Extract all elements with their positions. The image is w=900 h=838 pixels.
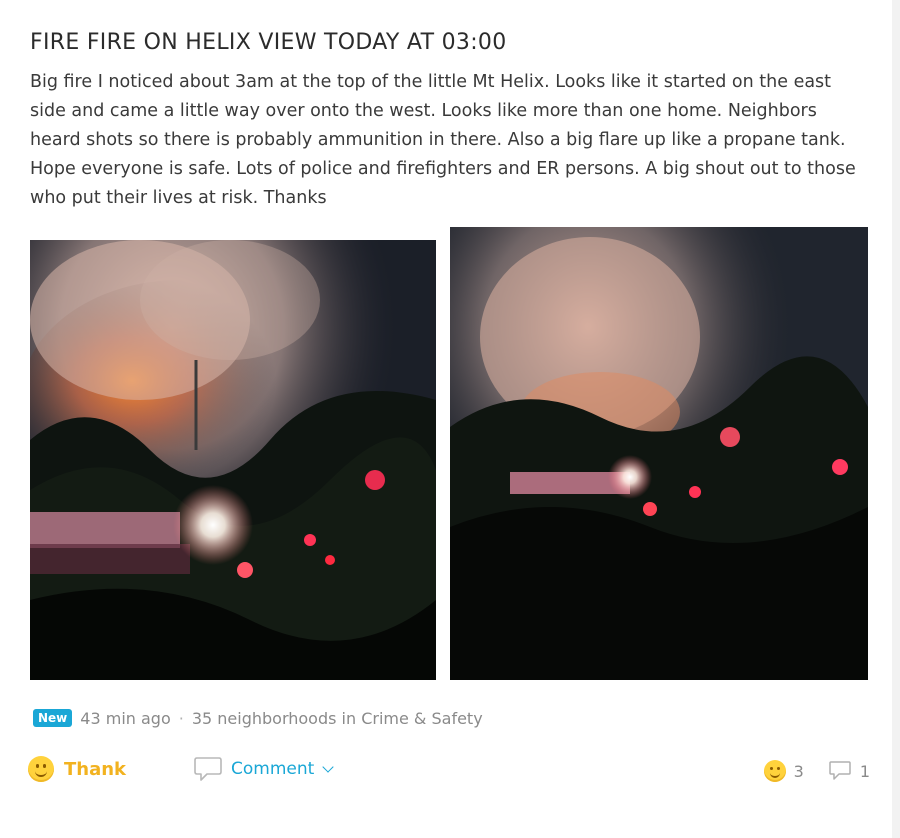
post-card: FIRE FIRE ON HELIX VIEW TODAY AT 03:00 B… xyxy=(0,0,900,838)
thank-label: Thank xyxy=(64,758,127,780)
thank-button[interactable]: Thank xyxy=(28,756,126,782)
smiley-face-icon xyxy=(28,756,54,782)
post-audience[interactable]: 35 neighborhoods in Crime & Safety xyxy=(192,709,483,728)
fire-photo-image xyxy=(450,227,868,680)
post-photo-1[interactable] xyxy=(30,240,436,680)
comment-count[interactable]: 1 xyxy=(828,760,870,782)
post-title[interactable]: FIRE FIRE ON HELIX VIEW TODAY AT 03:00 xyxy=(30,30,507,55)
thank-count[interactable]: 3 xyxy=(763,760,804,782)
speech-bubble-icon xyxy=(829,761,851,780)
smiley-face-icon xyxy=(763,760,786,782)
post-body: Big fire I noticed about 3am at the top … xyxy=(30,72,856,208)
scroll-edge xyxy=(892,0,900,838)
post-time[interactable]: 43 min ago xyxy=(80,709,170,728)
post-actions: Thank Comment 3 1 xyxy=(28,752,870,792)
new-badge: New xyxy=(33,709,73,727)
chevron-down-icon xyxy=(322,761,334,773)
comment-label: Comment xyxy=(231,759,315,779)
thank-count-value: 3 xyxy=(793,761,804,781)
speech-bubble-icon xyxy=(194,757,222,781)
meta-separator: · xyxy=(178,708,184,728)
post-stats: 3 1 xyxy=(763,760,870,782)
fire-photo-image xyxy=(30,240,436,680)
comment-count-value: 1 xyxy=(859,761,870,781)
post-photo-2[interactable] xyxy=(450,227,868,680)
comment-button[interactable]: Comment xyxy=(193,756,334,782)
post-meta: New 43 min ago · 35 neighborhoods in Cri… xyxy=(33,706,483,730)
